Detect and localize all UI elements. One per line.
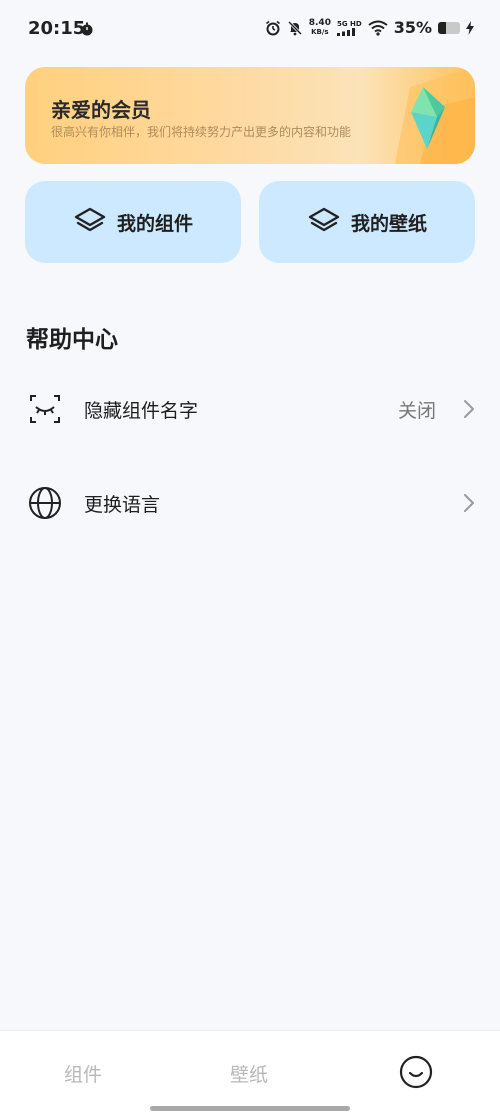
battery-icon — [438, 21, 460, 34]
change-language-row[interactable]: 更换语言 — [0, 473, 500, 533]
network-type: 5G HD — [336, 19, 362, 28]
hide-widget-name-row[interactable]: 隐藏组件名字 关闭 — [0, 379, 500, 439]
battery-percent: 35% — [393, 18, 432, 37]
home-indicator[interactable] — [150, 1106, 350, 1111]
layers-icon — [308, 207, 340, 232]
net-speed: 8.40 KB/s — [308, 17, 331, 36]
my-widgets-button[interactable]: 我的组件 — [25, 181, 241, 263]
crystal-icon — [395, 67, 475, 164]
help-center-title: 帮助中心 — [26, 327, 118, 353]
my-wallpapers-button[interactable]: 我的壁纸 — [259, 181, 475, 263]
nav-tab-wallpapers[interactable]: 壁纸 — [230, 1060, 268, 1087]
alarm-icon — [265, 20, 280, 35]
smiley-icon[interactable] — [399, 1055, 433, 1089]
bottom-nav: 组件 壁纸 — [0, 1030, 500, 1115]
wifi-icon — [368, 20, 388, 36]
chevron-right-icon — [464, 400, 474, 418]
banner-title: 亲爱的会员 — [51, 98, 151, 122]
eye-closed-icon — [30, 395, 60, 423]
banner-subtitle: 很高兴有你相伴，我们将持续努力产出更多的内容和功能 — [51, 125, 352, 139]
hide-widget-name-value: 关闭 — [397, 400, 436, 422]
signal-icon — [336, 27, 355, 36]
hide-widget-name-label: 隐藏组件名字 — [84, 400, 199, 422]
change-language-label: 更换语言 — [84, 494, 161, 516]
member-banner[interactable]: 亲爱的会员 很高兴有你相伴，我们将持续努力产出更多的内容和功能 — [25, 67, 475, 164]
battery-fill — [438, 21, 446, 34]
status-time: 20:15 — [28, 18, 86, 39]
my-wallpapers-label: 我的壁纸 — [350, 212, 427, 235]
chevron-right-icon — [464, 494, 474, 512]
signal: 5G HD — [336, 19, 362, 36]
mute-icon — [287, 20, 302, 35]
my-widgets-label: 我的组件 — [116, 212, 193, 235]
timer-icon — [81, 22, 93, 36]
nav-tab-widgets[interactable]: 组件 — [64, 1060, 102, 1087]
globe-icon — [29, 487, 61, 519]
charging-icon — [466, 20, 474, 35]
layers-icon — [74, 207, 106, 232]
status-bar: 20:15 8.40 KB/s 5G HD 35% — [0, 0, 500, 60]
